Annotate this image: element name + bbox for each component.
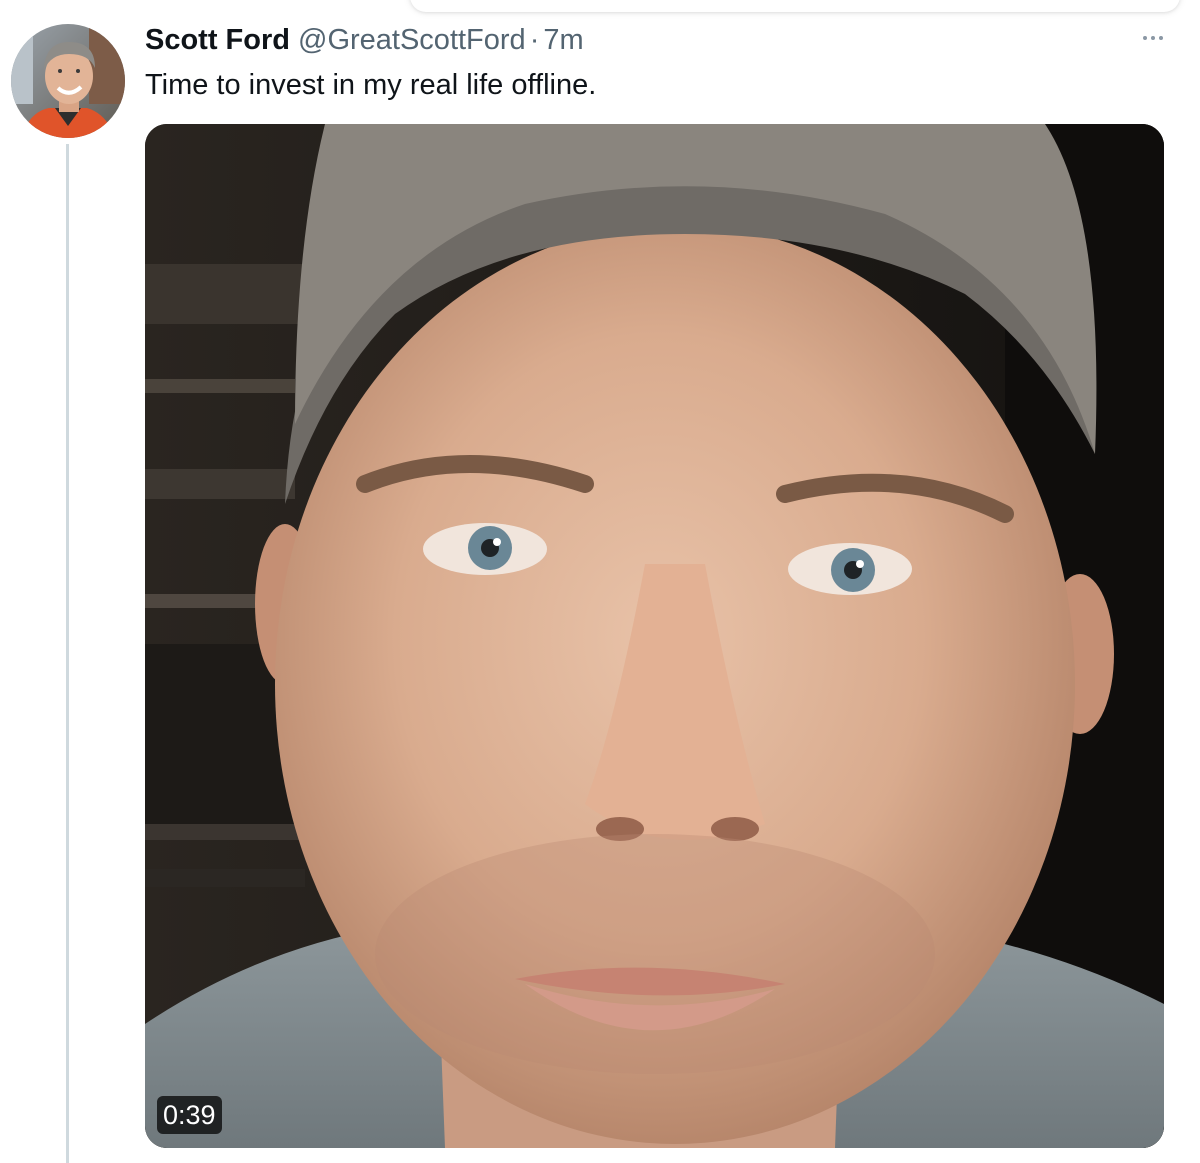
header-separator: · [529, 24, 540, 56]
author-name[interactable]: Scott Ford [145, 22, 290, 58]
tweet-screen: Scott Ford @GreatScottFord · 7m Time to … [0, 0, 1200, 1163]
tweet-header: Scott Ford @GreatScottFord · 7m [145, 22, 584, 62]
tweet-text: Time to invest in my real life offline. [145, 69, 597, 101]
more-horizontal-icon[interactable] [1136, 24, 1170, 52]
video-player[interactable]: 0:39 [145, 124, 1164, 1148]
video-duration-badge: 0:39 [157, 1096, 222, 1134]
video-thumbnail [145, 124, 1164, 1148]
avatar-photo [11, 24, 125, 138]
author-avatar[interactable] [11, 24, 125, 138]
tweet-timestamp[interactable]: 7m [543, 22, 583, 58]
thread-connector-line [66, 144, 69, 1163]
author-handle[interactable]: @GreatScottFord [298, 22, 526, 58]
overlay-popover-edge [410, 0, 1180, 12]
